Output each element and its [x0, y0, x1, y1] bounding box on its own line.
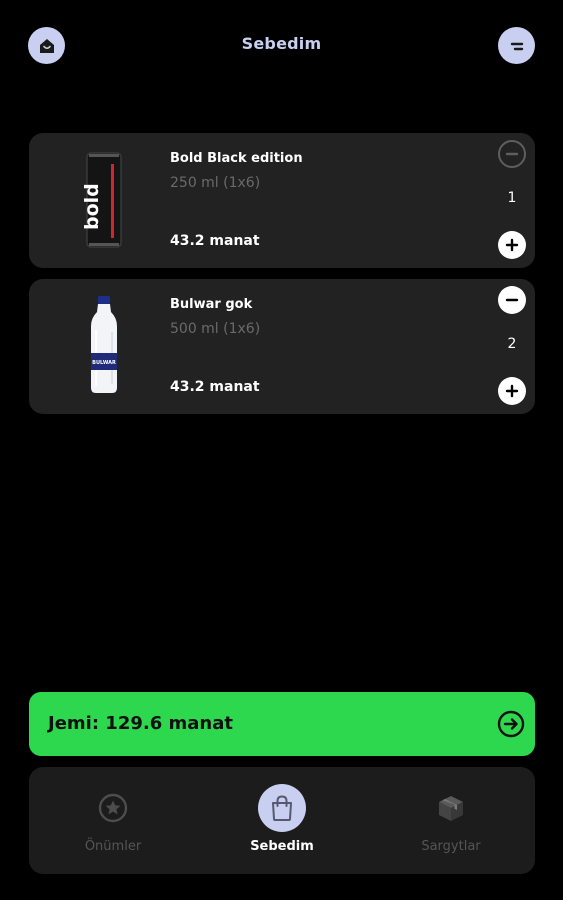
minus-icon [505, 298, 519, 302]
increase-quantity-button[interactable] [498, 377, 526, 405]
nav-item-products[interactable]: Önümler [43, 782, 183, 862]
quantity-value: 1 [507, 190, 517, 206]
app-header: Sebedim [0, 0, 563, 90]
checkout-total-button[interactable]: Jemi: 129.6 manat [29, 692, 535, 756]
decrease-quantity-button[interactable] [498, 140, 526, 168]
product-image: bold [81, 150, 124, 250]
page-title: Sebedim [241, 34, 322, 53]
nav-label: Sargytlar [421, 839, 481, 854]
increase-quantity-button[interactable] [498, 231, 526, 259]
star-icon [98, 793, 128, 823]
energy-drink-can-image: bold [81, 152, 122, 248]
decrease-quantity-button[interactable] [498, 286, 526, 314]
nav-item-orders[interactable]: Sargytlar [381, 782, 521, 862]
arrow-right-circle-icon [497, 710, 525, 738]
can-logo-text: bold [84, 183, 103, 230]
cart-item[interactable]: bold Bold Black edition 250 ml (1x6) 43.… [29, 133, 535, 268]
product-name[interactable]: Bulwar gok [170, 297, 252, 312]
total-label: Jemi: 129.6 manat [48, 713, 233, 734]
product-image: BULWAR [84, 296, 124, 396]
product-size: 500 ml (1x6) [170, 321, 261, 337]
nav-label: Önümler [84, 839, 142, 854]
cart-list: bold Bold Black edition 250 ml (1x6) 43.… [29, 133, 535, 425]
minus-icon [505, 152, 519, 156]
nav-label: Sebedim [250, 839, 314, 854]
plus-icon [505, 238, 519, 252]
product-price: 43.2 manat [170, 379, 260, 395]
quantity-value: 2 [507, 336, 517, 352]
cart-item[interactable]: BULWAR Bulwar gok 500 ml (1x6) 43.2 mana… [29, 279, 535, 414]
bottom-navigation: Önümler Sebedim Sargytlar [29, 767, 535, 874]
nav-item-cart[interactable]: Sebedim [212, 782, 352, 862]
plus-icon [505, 384, 519, 398]
shopping-bag-icon [272, 795, 292, 821]
product-price: 43.2 manat [170, 233, 260, 249]
product-name[interactable]: Bold Black edition [170, 151, 303, 166]
menu-button[interactable] [498, 27, 535, 64]
bottle-label-text: BULWAR [92, 360, 116, 366]
menu-icon [510, 42, 523, 50]
product-size: 250 ml (1x6) [170, 175, 261, 191]
water-bottle-image: BULWAR [91, 296, 117, 393]
box-icon [439, 796, 463, 821]
